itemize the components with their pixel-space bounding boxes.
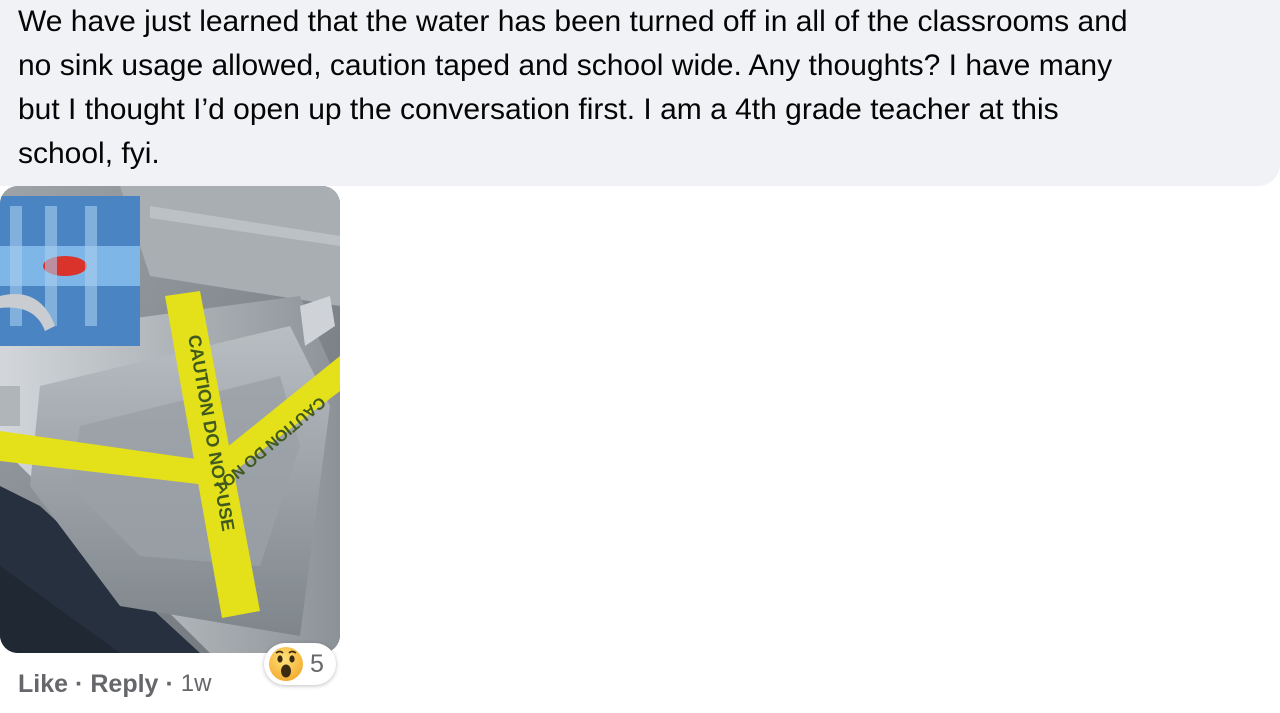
comment-text: We have just learned that the water has … [18, 5, 1128, 170]
comment-actions: Like · Reply · 1w [18, 666, 211, 702]
water-bottles [0, 196, 140, 346]
separator: · [165, 669, 174, 698]
wow-emoji-icon [269, 647, 303, 681]
reaction-count: 5 [310, 649, 324, 678]
comment-photo[interactable]: CAUTION DO NOT USE CAUTION DO NOT [0, 186, 340, 653]
reply-button[interactable]: Reply [90, 670, 158, 699]
timestamp[interactable]: 1w [181, 670, 212, 698]
sink-photo-illustration: CAUTION DO NOT USE CAUTION DO NOT [0, 186, 340, 653]
like-button[interactable]: Like [18, 670, 68, 699]
reaction-summary[interactable]: 5 [264, 643, 336, 685]
separator: · [75, 669, 84, 698]
